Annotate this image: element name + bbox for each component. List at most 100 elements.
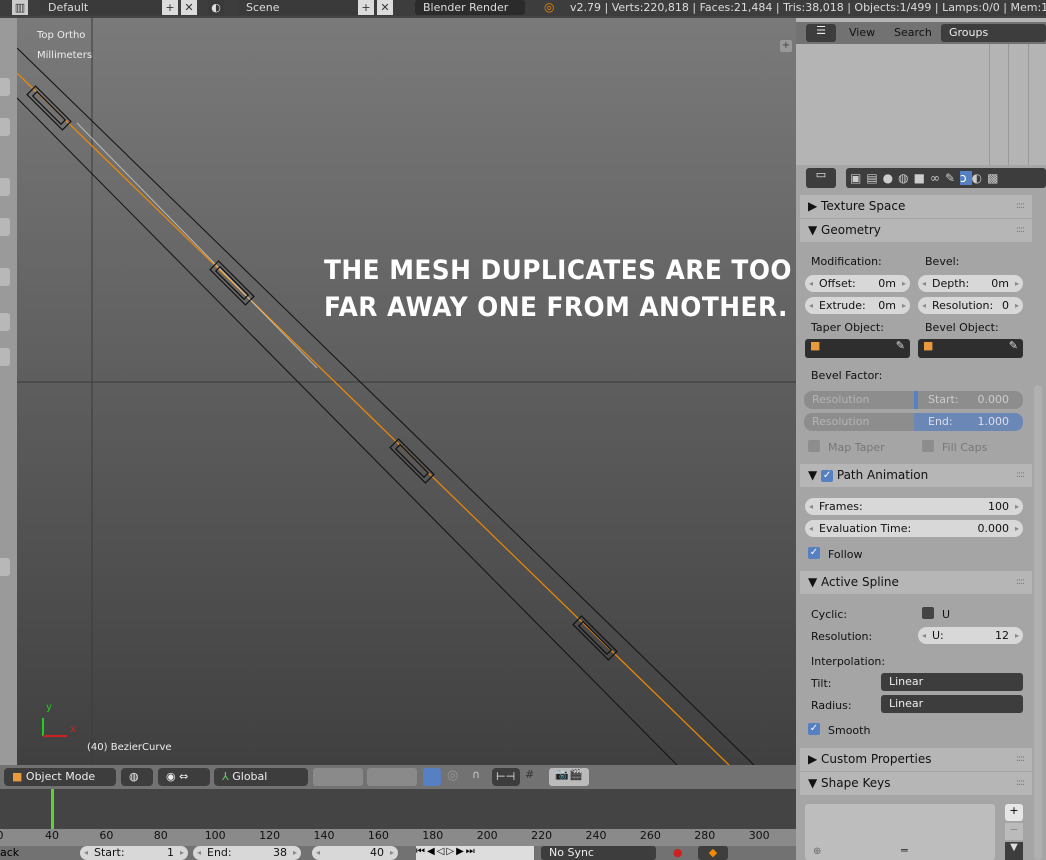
scene-stats: v2.79 | Verts:220,818 | Faces:21,484 | T… — [570, 1, 1046, 14]
remove-shape-key-icon[interactable]: − — [1005, 823, 1023, 840]
tilt-label: Tilt: — [811, 677, 832, 690]
delete-scene-icon[interactable]: ✕ — [377, 0, 393, 15]
offset-field[interactable]: Offset:0m — [805, 275, 910, 292]
map-taper-checkbox[interactable] — [808, 440, 820, 452]
frames-field[interactable]: Frames:100 — [805, 498, 1023, 515]
timeline-tick: 140 — [313, 829, 335, 842]
cyclic-label: Cyclic: — [811, 608, 848, 621]
panel-custom-properties[interactable]: ▶ Custom Properties:::: — [800, 748, 1032, 771]
axis-x-label: x — [70, 724, 76, 735]
shape-key-menu-icon[interactable]: ▼ — [1005, 842, 1023, 860]
snap-target-icon[interactable]: # — [525, 768, 545, 786]
layers-grid-1[interactable] — [313, 768, 363, 786]
delete-layout-icon[interactable]: ✕ — [181, 0, 197, 15]
resolution-u-field[interactable]: U:12 — [918, 627, 1023, 644]
active-object-label: (40) BezierCurve — [87, 742, 172, 753]
outliner-display-mode[interactable]: Groups — [941, 24, 1046, 42]
smooth-label: Smooth — [828, 724, 871, 737]
3d-viewport[interactable]: Top Ortho Millimeters y x (40) BezierCur… — [17, 18, 796, 765]
bevel-factor-start-field[interactable]: Start: 0.000 — [914, 391, 1023, 409]
timeline-tick: 0 — [0, 829, 4, 842]
start-frame-field[interactable]: Start:1 — [80, 846, 188, 860]
timeline-tick: 180 — [422, 829, 444, 842]
playback-controls[interactable]: ⏮◀◁▷▶⏭ — [416, 846, 534, 860]
taper-object-field[interactable]: ■ ✎ — [805, 339, 910, 358]
bevel-factor-end-field[interactable]: End: 1.000 — [914, 413, 1023, 431]
info-header: ▥ Default + ✕ ◐ Scene + ✕ Blender Render… — [0, 0, 1046, 16]
radius-interpolation-selector[interactable]: Linear — [881, 695, 1023, 713]
properties-context-tabs[interactable]: ▣▤●◍■∞✎ɔ◐▩ — [846, 168, 1046, 188]
render-engine-selector[interactable]: Blender Render — [415, 0, 525, 15]
keying-icon[interactable]: ◆ — [698, 846, 728, 860]
properties-editor-icon[interactable]: ▭ — [806, 168, 836, 188]
extrude-field[interactable]: Extrude:0m — [805, 297, 910, 314]
timeline-tick: 280 — [694, 829, 716, 842]
record-icon[interactable]: ● — [673, 846, 683, 859]
timeline-tick: 260 — [639, 829, 661, 842]
snap-magnet-icon[interactable]: ∩ — [472, 768, 492, 786]
add-shape-key-icon[interactable]: + — [1005, 804, 1023, 821]
scene-selector[interactable]: Scene — [238, 0, 358, 15]
timeline-tick: 120 — [259, 829, 281, 842]
panel-path-animation[interactable]: ▼ ✓ Path Animation:::: — [800, 464, 1032, 487]
timeline-tick: 240 — [585, 829, 607, 842]
add-layout-icon[interactable]: + — [162, 0, 178, 15]
timeline-tick: 60 — [99, 829, 114, 842]
layers-grid-2[interactable] — [367, 768, 417, 786]
mode-selector[interactable]: ■ Object Mode — [4, 768, 116, 786]
path-animation-checkbox[interactable]: ✓ — [821, 469, 834, 482]
view-units: Millimeters — [37, 50, 93, 61]
tool-shelf-tabs[interactable] — [0, 18, 17, 765]
radius-label: Radius: — [811, 699, 852, 712]
current-frame-indicator[interactable] — [51, 789, 54, 829]
timeline-tick: 160 — [367, 829, 389, 842]
snap-element-icon[interactable]: ⊢⊣ — [492, 768, 520, 786]
editor-type-icon[interactable]: ▥ — [12, 0, 28, 15]
evaluation-time-field[interactable]: Evaluation Time:0.000 — [805, 520, 1023, 537]
tilt-interpolation-selector[interactable]: Linear — [881, 673, 1023, 691]
layout-selector[interactable]: Default — [40, 0, 162, 15]
render-buttons[interactable]: 📷🎬 — [549, 768, 589, 786]
viewport-scene — [17, 18, 796, 765]
bevel-resolution-field[interactable]: Resolution:0 — [918, 297, 1023, 314]
bezier-curve-path — [17, 72, 730, 765]
timeline-tick: 300 — [748, 829, 770, 842]
follow-checkbox[interactable]: ✓ — [808, 547, 820, 559]
panel-shape-keys[interactable]: ▼ Shape Keys:::: — [800, 772, 1032, 795]
bevel-object-field[interactable]: ■ ✎ — [918, 339, 1023, 358]
viewport-header: ■ Object Mode ◍ ◉ ⇔ ⅄ Global ◎ ∩ ⊢⊣ # 📷🎬 — [0, 765, 796, 789]
timeline-area[interactable] — [0, 789, 796, 829]
properties-scrollbar[interactable] — [1034, 385, 1042, 860]
panel-active-spline[interactable]: ▼ Active Spline:::: — [800, 571, 1032, 594]
orientation-selector[interactable]: ⅄ Global — [214, 768, 308, 786]
current-frame-field[interactable]: 40 — [312, 846, 398, 860]
outliner-view-menu[interactable]: View — [849, 26, 875, 39]
fill-caps-checkbox[interactable] — [922, 440, 934, 452]
shape-keys-list[interactable]: ⊕ ═ — [805, 804, 995, 860]
pivot-icon[interactable]: ◉ ⇔ — [158, 768, 210, 786]
sync-selector[interactable]: No Sync — [541, 846, 656, 860]
outliner-search-menu[interactable]: Search — [894, 26, 932, 39]
curve-bevel-inner — [17, 97, 678, 765]
bevel-factor-end-mode[interactable]: Resolution — [804, 413, 914, 431]
follow-label: Follow — [828, 548, 863, 561]
panel-texture-space[interactable]: ▶ Texture Space:::: — [800, 195, 1032, 218]
add-scene-icon[interactable]: + — [358, 0, 374, 15]
playback-menu[interactable]: ack — [0, 846, 19, 859]
smooth-checkbox[interactable]: ✓ — [808, 723, 820, 735]
scene-icon[interactable]: ◐ — [208, 0, 224, 15]
outliner-editor-icon[interactable]: ☰ — [806, 24, 836, 42]
panel-geometry[interactable]: ▼ Geometry:::: — [800, 219, 1032, 242]
properties-toggle-icon[interactable]: + — [780, 40, 792, 52]
timeline-ruler[interactable]: 0 40 60 80 100 120 140 160 180 200 220 240 260 280 300 — [0, 829, 796, 846]
end-frame-field[interactable]: End:38 — [193, 846, 301, 860]
bevel-depth-field[interactable]: Depth:0m — [918, 275, 1023, 292]
spline-resolution-label: Resolution: — [811, 630, 873, 643]
shading-icon[interactable]: ◍ — [121, 768, 153, 786]
interpolation-label: Interpolation: — [811, 655, 886, 668]
proportional-icon[interactable]: ◎ — [447, 768, 467, 786]
bevel-factor-start-mode[interactable]: Resolution — [804, 391, 914, 409]
cyclic-u-label: U — [942, 608, 951, 621]
cyclic-u-checkbox[interactable] — [922, 607, 934, 619]
lock-camera-icon[interactable] — [423, 768, 441, 786]
